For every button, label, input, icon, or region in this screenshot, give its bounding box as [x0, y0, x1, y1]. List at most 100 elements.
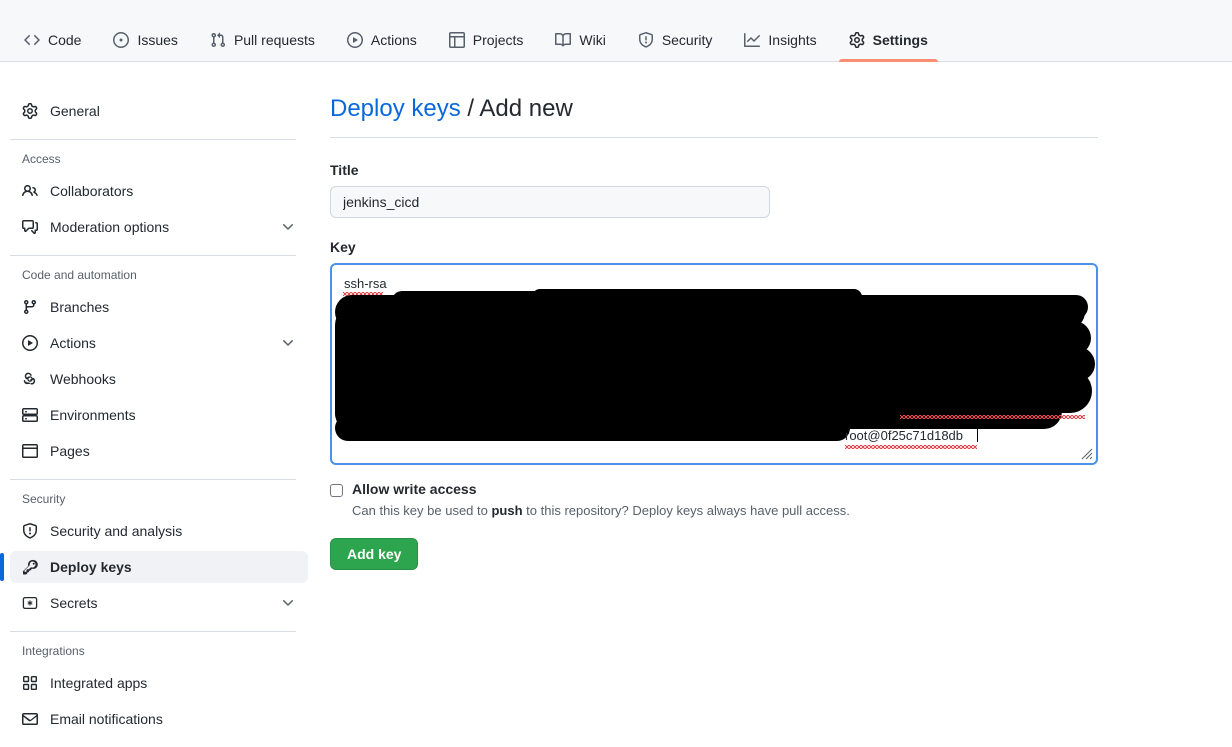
- shield-icon: [638, 32, 654, 48]
- sidebar-item-environments[interactable]: Environments: [10, 399, 308, 431]
- shield-icon: [22, 523, 38, 539]
- page-title: Deploy keys / Add new: [330, 95, 1098, 138]
- key-text-host: root@0f25c71d18db: [845, 428, 964, 443]
- page-body: General Access Collaborators Moderation …: [0, 62, 1232, 739]
- help-bold: push: [491, 503, 523, 518]
- repo-nav: Code Issues Pull requests Actions Projec: [0, 0, 1232, 62]
- nav-tab-actions[interactable]: Actions: [337, 32, 427, 61]
- sidebar-item-label: Branches: [50, 299, 110, 315]
- graph-icon: [744, 32, 761, 48]
- sidebar-item-label: Integrated apps: [50, 675, 148, 691]
- nav-tab-label: Pull requests: [233, 32, 315, 48]
- nav-tab-security[interactable]: Security: [628, 32, 723, 61]
- spellcheck-squiggle: [900, 415, 1085, 419]
- sidebar-item-label: Secrets: [50, 595, 98, 611]
- sidebar-item-secrets[interactable]: Secrets: [10, 587, 308, 619]
- nav-tab-issues[interactable]: Issues: [103, 32, 187, 61]
- allow-write-access-checkbox[interactable]: [330, 484, 343, 497]
- sidebar-divider: [10, 631, 296, 632]
- nav-tab-pull-requests[interactable]: Pull requests: [200, 32, 325, 61]
- breadcrumb-deploy-keys-link[interactable]: Deploy keys: [330, 95, 461, 122]
- sidebar-item-label: Environments: [50, 407, 136, 423]
- nav-tab-code[interactable]: Code: [14, 32, 91, 61]
- sidebar-item-pages[interactable]: Pages: [10, 435, 308, 467]
- people-icon: [22, 183, 38, 199]
- sidebar-divider: [10, 479, 296, 480]
- play-icon: [22, 335, 38, 351]
- sidebar-item-label: Email notifications: [50, 711, 163, 727]
- chevron-down-icon[interactable]: [280, 219, 296, 235]
- nav-tab-label: Settings: [872, 32, 928, 48]
- code-icon: [24, 32, 40, 48]
- allow-write-access-help: Can this key be used to push to this rep…: [352, 503, 1192, 518]
- git-branch-icon: [22, 299, 38, 315]
- repo-nav-list: Code Issues Pull requests Actions Projec: [14, 32, 950, 62]
- sidebar-heading-code-and-automation: Code and automation: [22, 268, 137, 282]
- sidebar-item-label: Pages: [50, 443, 90, 459]
- gear-icon: [849, 32, 865, 48]
- chevron-down-icon[interactable]: [280, 335, 296, 351]
- sidebar-heading-integrations: Integrations: [22, 644, 85, 658]
- sidebar-heading-access: Access: [22, 152, 61, 166]
- sidebar-item-label: Collaborators: [50, 183, 134, 199]
- help-prefix: Can this key be used to: [352, 503, 492, 518]
- allow-write-access-label[interactable]: Allow write access: [352, 481, 477, 497]
- sidebar-item-webhooks[interactable]: Webhooks: [10, 363, 308, 395]
- nav-tab-insights[interactable]: Insights: [734, 32, 826, 61]
- sidebar-item-label: Moderation options: [50, 219, 170, 235]
- sidebar-item-label: Security and analysis: [50, 523, 183, 539]
- sidebar-divider: [10, 255, 296, 256]
- sidebar-item-email-notifications[interactable]: Email notifications: [10, 703, 308, 735]
- nav-tab-label: Code: [48, 32, 82, 48]
- key-textarea[interactable]: ssh-rsa root@0f25c71d18db: [330, 263, 1098, 465]
- title-input[interactable]: [330, 186, 770, 218]
- nav-tab-label: Actions: [370, 32, 417, 48]
- sidebar-item-label: Deploy keys: [50, 559, 132, 575]
- play-icon: [346, 32, 363, 48]
- webhook-icon: [22, 371, 38, 387]
- nav-tab-settings[interactable]: Settings: [838, 32, 939, 62]
- sidebar-item-integrated-apps[interactable]: Integrated apps: [10, 667, 308, 699]
- nav-tab-projects[interactable]: Projects: [439, 32, 534, 61]
- sidebar-item-general[interactable]: General: [10, 95, 308, 127]
- nav-tab-label: Insights: [768, 32, 817, 48]
- book-icon: [555, 32, 572, 48]
- sidebar-item-security-and-analysis[interactable]: Security and analysis: [10, 515, 308, 547]
- git-pull-request-icon: [210, 32, 226, 48]
- settings-sidebar: General Access Collaborators Moderation …: [0, 95, 308, 739]
- comment-discussion-icon: [22, 219, 38, 235]
- add-key-button[interactable]: Add key: [330, 538, 419, 570]
- table-icon: [448, 32, 465, 48]
- gear-icon: [22, 103, 38, 119]
- chevron-down-icon[interactable]: [280, 595, 296, 611]
- main-content: Deploy keys / Add new Title Key ssh-rsa: [308, 95, 1232, 739]
- key-icon: [22, 559, 38, 575]
- title-field-label: Title: [330, 162, 359, 178]
- key-field-label: Key: [330, 239, 356, 255]
- nav-tab-label: Issues: [137, 32, 178, 48]
- sidebar-item-collaborators[interactable]: Collaborators: [10, 175, 308, 207]
- nav-tab-label: Projects: [472, 32, 524, 48]
- spellcheck-squiggle: [845, 445, 977, 449]
- sidebar-divider: [10, 139, 296, 140]
- sidebar-item-actions[interactable]: Actions: [10, 327, 308, 359]
- sidebar-item-moderation-options[interactable]: Moderation options: [10, 211, 308, 243]
- redaction-blob: [335, 289, 1095, 441]
- nav-tab-wiki[interactable]: Wiki: [545, 32, 615, 61]
- sidebar-item-label: Webhooks: [50, 371, 116, 387]
- asterisk-key-icon: [22, 595, 38, 611]
- issue-opened-icon: [113, 32, 130, 48]
- sidebar-heading-security: Security: [22, 492, 66, 506]
- sidebar-item-label: Actions: [50, 335, 96, 351]
- sidebar-item-deploy-keys[interactable]: Deploy keys: [0, 551, 308, 583]
- allow-write-access-row: Allow write access: [330, 481, 1192, 497]
- key-textarea-wrapper: ssh-rsa root@0f25c71d18db: [330, 263, 1098, 465]
- apps-grid-icon: [22, 675, 38, 691]
- nav-tab-label: Security: [661, 32, 713, 48]
- help-suffix: to this repository? Deploy keys always h…: [522, 503, 850, 518]
- sidebar-item-label: General: [50, 103, 100, 119]
- mail-icon: [22, 711, 38, 727]
- breadcrumb-separator: /: [460, 95, 480, 122]
- sidebar-item-branches[interactable]: Branches: [10, 291, 308, 323]
- nav-tab-label: Wiki: [579, 32, 606, 48]
